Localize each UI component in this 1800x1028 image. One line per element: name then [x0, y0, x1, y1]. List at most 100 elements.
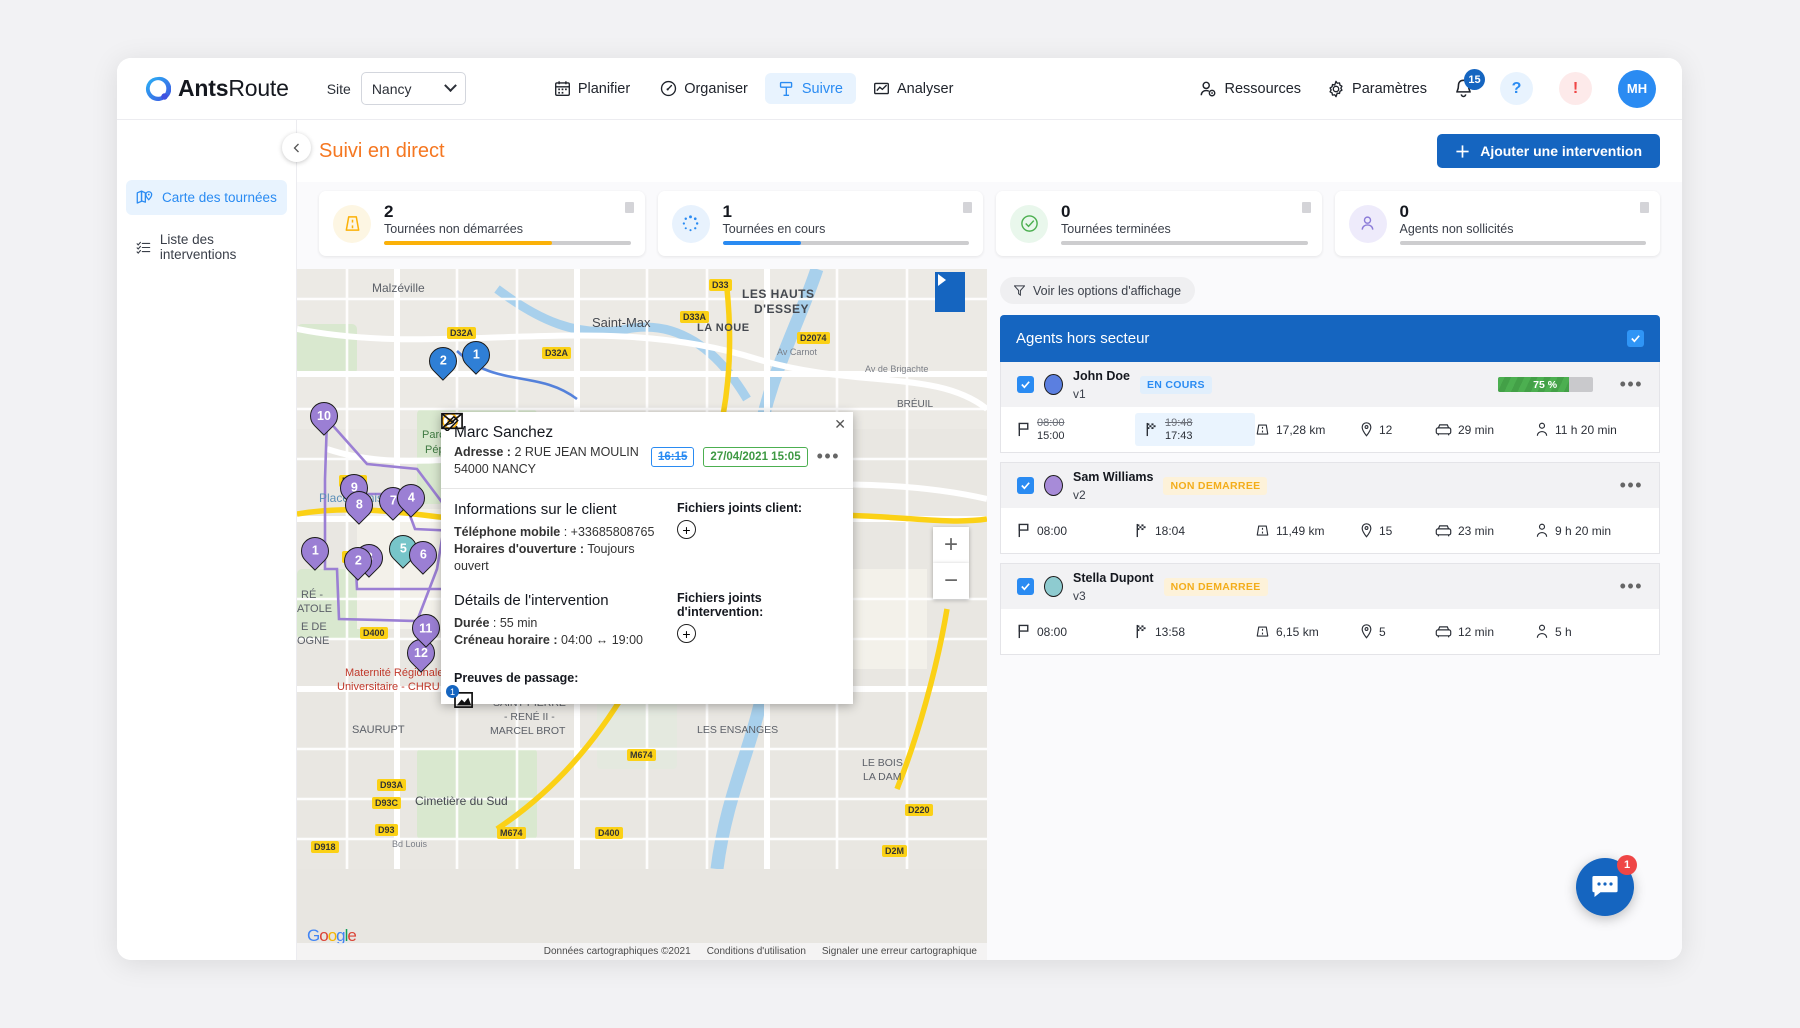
- agents-group-checkbox[interactable]: [1627, 330, 1644, 347]
- stat-card-en-cours[interactable]: 1 Tournées en cours: [658, 191, 984, 256]
- collapse-sidebar-button[interactable]: [282, 133, 311, 162]
- agent-distance-2: 6,15 km: [1255, 624, 1360, 639]
- nav-label-planifier: Planifier: [578, 81, 630, 97]
- sidebar-item-liste-des-interventions[interactable]: Liste des interventions: [126, 223, 287, 271]
- popup-more-button[interactable]: •••: [817, 446, 840, 467]
- nav-item-organiser[interactable]: Organiser: [647, 73, 761, 104]
- stat-value-3: 0: [1400, 202, 1647, 222]
- agent-drive-value-0: 29 min: [1458, 423, 1494, 437]
- agent-distance-0: 17,28 km: [1255, 422, 1360, 437]
- map-attribution: Données cartographiques ©2021 Conditions…: [297, 943, 987, 960]
- add-client-file-button[interactable]: +: [677, 520, 696, 539]
- popup-duration-label: Durée: [454, 616, 489, 630]
- road-icon: [1255, 523, 1270, 538]
- help-button[interactable]: ?: [1500, 72, 1533, 105]
- map-expand-button[interactable]: [935, 272, 965, 312]
- map-place-label: Malzéville: [372, 281, 425, 295]
- map-pin-marker[interactable]: 6: [409, 541, 437, 579]
- stat-toggle-1[interactable]: [963, 202, 972, 213]
- avatar[interactable]: MH: [1618, 70, 1656, 108]
- stat-toggle-0[interactable]: [625, 202, 634, 213]
- agent-progress-label-0: 75 %: [1498, 377, 1593, 392]
- agent-row-stella-dupont[interactable]: Stella Dupont v3 NON DEMARREE •••: [1000, 563, 1660, 655]
- agent-distance-value-1: 11,49 km: [1276, 524, 1324, 538]
- popup-client-name: Marc Sanchez: [454, 424, 639, 442]
- agent-checkbox-0[interactable]: [1017, 376, 1034, 393]
- site-select[interactable]: Nancy: [361, 72, 466, 105]
- person-icon: [1358, 214, 1377, 233]
- map-pin-marker[interactable]: 1: [301, 537, 329, 575]
- agent-checkbox-1[interactable]: [1017, 477, 1034, 494]
- chat-widget-button[interactable]: 1: [1576, 858, 1634, 916]
- popup-address-label: Adresse :: [454, 445, 511, 459]
- display-options-button[interactable]: Voir les options d'affichage: [1000, 277, 1195, 304]
- agent-version-2: v3: [1073, 589, 1086, 603]
- stat-label-1: Tournées en cours: [723, 222, 970, 236]
- map-pin-marker[interactable]: 4: [397, 484, 425, 522]
- car-icon: [1435, 423, 1452, 437]
- agent-status-badge-1: NON DEMARREE: [1163, 477, 1267, 495]
- flag-checkered-icon: [1145, 422, 1159, 437]
- add-intervention-file-button[interactable]: +: [677, 624, 696, 643]
- alert-button[interactable]: !: [1559, 72, 1592, 105]
- agent-stops-2: 5: [1360, 624, 1435, 639]
- popup-close-button[interactable]: ✕: [834, 416, 846, 433]
- agent-row-sam-williams[interactable]: Sam Williams v2 NON DEMARREE •••: [1000, 462, 1660, 554]
- signature-icon[interactable]: [441, 412, 463, 431]
- nav-item-planifier[interactable]: Planifier: [541, 73, 643, 104]
- map-pin-marker[interactable]: 1: [462, 341, 490, 379]
- map-pin-marker[interactable]: 2: [429, 347, 457, 385]
- stat-card-terminees[interactable]: 0 Tournées terminées: [996, 191, 1322, 256]
- stat-toggle-3[interactable]: [1640, 202, 1649, 213]
- nav-item-ressources[interactable]: Ressources: [1199, 80, 1301, 98]
- sidebar-label-liste: Liste des interventions: [160, 232, 277, 262]
- map-pin-icon: [1360, 624, 1373, 639]
- popup-address: Adresse : 2 RUE JEAN MOULIN 54000 NANCY: [454, 444, 639, 477]
- chat-bubble-icon: [1591, 874, 1619, 900]
- agent-version-1: v2: [1073, 488, 1086, 502]
- map-attr-2[interactable]: Signaler une erreur cartographique: [822, 946, 977, 957]
- add-intervention-button[interactable]: Ajouter une intervention: [1437, 134, 1660, 168]
- agent-row-john-doe[interactable]: John Doe v1 EN COURS 75 % •••: [1000, 362, 1660, 453]
- agent-checkbox-2[interactable]: [1017, 578, 1034, 595]
- agents-panel: Voir les options d'affichage Agents hors…: [987, 269, 1660, 960]
- stat-card-non-demarrees[interactable]: 2 Tournées non démarrées: [319, 191, 645, 256]
- popup-hours-label: Horaires d'ouverture :: [454, 542, 584, 556]
- map-pin-marker[interactable]: 10: [310, 402, 338, 440]
- logo[interactable]: AntsRoute: [145, 75, 289, 102]
- stat-icon-bg-3: [1349, 205, 1387, 243]
- map-place-label: Universitaire - CHRU…: [337, 681, 451, 693]
- nav-item-parametres[interactable]: Paramètres: [1327, 80, 1427, 98]
- map-pin-marker[interactable]: 8: [345, 491, 373, 529]
- map-road-badge: D400: [360, 627, 388, 639]
- map-zoom-controls[interactable]: + −: [933, 527, 969, 599]
- agents-group-header[interactable]: Agents hors secteur: [1000, 315, 1660, 362]
- map-pin-marker[interactable]: 2: [344, 547, 372, 585]
- map-pin-marker[interactable]: 11: [412, 614, 440, 652]
- map-place-label: E DE: [301, 621, 327, 633]
- agent-more-button-1[interactable]: •••: [1620, 475, 1643, 496]
- agent-end-1: 18:04: [1135, 523, 1255, 538]
- sidebar-item-carte-des-tournees[interactable]: Carte des tournées: [126, 180, 287, 215]
- agent-start-value-2: 08:00: [1037, 625, 1067, 639]
- map-canvas[interactable]: MalzévilleLES HAUTSD'ESSEYSaint-MaxLA NO…: [297, 269, 987, 960]
- stat-card-agents-non-sollicites[interactable]: 0 Agents non sollicités: [1335, 191, 1661, 256]
- zoom-in-button[interactable]: +: [933, 527, 969, 563]
- map-place-label: LES HAUTS: [742, 287, 815, 301]
- agent-more-button-0[interactable]: •••: [1620, 374, 1643, 395]
- agent-identity-1: Sam Williams v2: [1073, 468, 1153, 504]
- map-attr-1[interactable]: Conditions d'utilisation: [707, 946, 806, 957]
- nav-item-analyser[interactable]: Analyser: [860, 73, 966, 104]
- popup-proofs-label: Preuves de passage:: [454, 671, 669, 685]
- notifications-button[interactable]: 15: [1453, 78, 1474, 99]
- popup-phone: Téléphone mobile : +33685808765: [454, 524, 669, 541]
- popup-slot: Créneau horaire : 04:00 ↔ 19:00: [454, 632, 669, 649]
- agent-total-1: 9 h 20 min: [1535, 523, 1611, 538]
- zoom-out-button[interactable]: −: [933, 563, 969, 599]
- stat-toggle-2[interactable]: [1302, 202, 1311, 213]
- chart-icon: [873, 80, 890, 97]
- nav-label-organiser: Organiser: [684, 81, 748, 97]
- agent-start-0: 08:00 15:00: [1017, 417, 1135, 442]
- agent-more-button-2[interactable]: •••: [1620, 576, 1643, 597]
- nav-item-suivre[interactable]: Suivre: [765, 73, 856, 104]
